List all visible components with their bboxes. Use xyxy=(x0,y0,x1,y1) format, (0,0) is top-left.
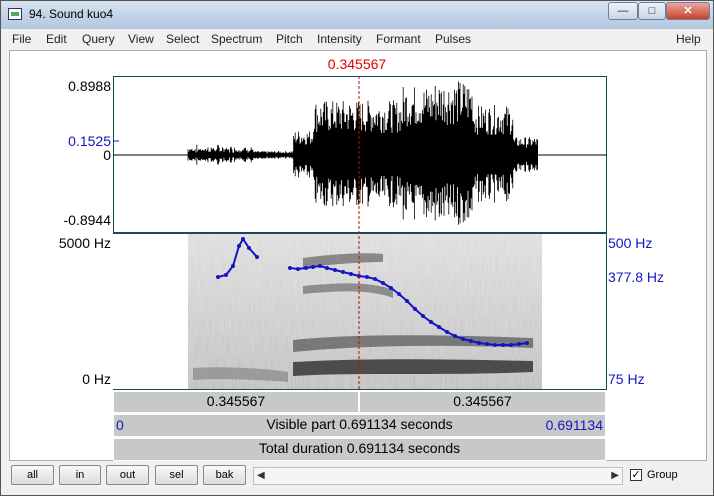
all-button[interactable]: all xyxy=(11,465,54,485)
pitch-point xyxy=(333,268,337,272)
pitch-point xyxy=(304,266,308,270)
zoom-back-button[interactable]: bak xyxy=(203,465,246,485)
zoom-in-button[interactable]: in xyxy=(59,465,101,485)
pitch-point xyxy=(365,275,369,279)
pitch-point xyxy=(405,299,409,303)
menu-help[interactable]: Help xyxy=(676,32,701,46)
visible-end-label: 0.691134 xyxy=(545,417,603,433)
maximize-button[interactable]: □ xyxy=(638,2,666,20)
pitch-point xyxy=(318,264,322,268)
waveform-ymin-label: -0.8944 xyxy=(63,212,111,228)
segment-right-bar[interactable]: 0.345567 xyxy=(359,391,606,413)
menu-pulses[interactable]: Pulses xyxy=(435,32,471,46)
pitch-point xyxy=(349,272,353,276)
zoom-out-button[interactable]: out xyxy=(106,465,149,485)
window-icon xyxy=(8,8,22,20)
pitch-point xyxy=(373,277,377,281)
spectrogram-blank-right xyxy=(542,234,606,389)
menu-pitch[interactable]: Pitch xyxy=(276,32,303,46)
waveform-zero-label: 0 xyxy=(103,147,111,163)
visible-start-label: 0 xyxy=(116,417,124,433)
minimize-button[interactable]: — xyxy=(608,2,638,20)
pitch-point xyxy=(525,341,529,345)
window-title: 94. Sound kuo4 xyxy=(29,7,114,21)
pitch-point xyxy=(255,255,259,259)
horizontal-scrollbar[interactable]: ◀ ▶ xyxy=(253,467,623,485)
scroll-left-arrow-icon[interactable]: ◀ xyxy=(257,470,265,481)
pitch-point xyxy=(224,273,228,277)
spectrogram-fmin-label: 0 Hz xyxy=(82,371,111,387)
zoom-selection-button[interactable]: sel xyxy=(155,465,198,485)
cursor-time-label: 0.345567 xyxy=(327,56,387,72)
menu-formant[interactable]: Formant xyxy=(376,32,421,46)
menu-view[interactable]: View xyxy=(128,32,154,46)
pitch-point xyxy=(453,334,457,338)
pitch-marker-label: 377.8 Hz xyxy=(608,269,665,285)
menu-select[interactable]: Select xyxy=(166,32,199,46)
pitch-point xyxy=(421,314,425,318)
pitch-point xyxy=(397,292,401,296)
pitch-point xyxy=(461,337,465,341)
pitch-point xyxy=(311,265,315,269)
pitch-point xyxy=(445,330,449,334)
pitch-point xyxy=(501,343,505,347)
segment-left-bar[interactable]: 0.345567 xyxy=(113,391,359,413)
pitch-point xyxy=(341,270,345,274)
total-duration-bar[interactable]: Total duration 0.691134 seconds xyxy=(113,438,606,461)
pitch-point xyxy=(247,246,251,250)
pitch-point xyxy=(517,342,521,346)
menu-edit[interactable]: Edit xyxy=(46,32,67,46)
signal-display[interactable] xyxy=(113,76,607,390)
pitch-point xyxy=(509,343,513,347)
pitch-point xyxy=(237,244,241,248)
menu-intensity[interactable]: Intensity xyxy=(317,32,362,46)
menu-query[interactable]: Query xyxy=(82,32,115,46)
pitch-point xyxy=(429,320,433,324)
menu-file[interactable]: File xyxy=(12,32,31,46)
pitch-point xyxy=(216,275,220,279)
bottom-controls: all in out sel bak ◀ ▶ ✓ Group xyxy=(1,461,713,495)
scroll-right-arrow-icon[interactable]: ▶ xyxy=(611,470,619,481)
pitch-point xyxy=(389,286,393,290)
waveform-ymax-label: 0.8988 xyxy=(68,78,111,94)
menu-bar: File Edit Query View Select Spectrum Pit… xyxy=(7,31,707,49)
praat-sound-window: 94. Sound kuo4 — □ ✕ File Edit Query Vie… xyxy=(0,0,714,496)
pitch-point xyxy=(485,342,489,346)
spectrogram-fmax-label: 5000 Hz xyxy=(58,235,111,251)
title-bar[interactable]: 94. Sound kuo4 — □ ✕ xyxy=(1,1,713,29)
pitch-point xyxy=(469,339,473,343)
pitch-top-label: 500 Hz xyxy=(608,235,653,251)
pitch-point xyxy=(325,266,329,270)
group-checkbox[interactable]: ✓ xyxy=(630,469,642,481)
close-button[interactable]: ✕ xyxy=(666,2,710,20)
pitch-point xyxy=(231,264,235,268)
menu-spectrum[interactable]: Spectrum xyxy=(211,32,262,46)
pitch-point xyxy=(437,325,441,329)
pitch-point xyxy=(477,341,481,345)
visible-part-bar[interactable]: 0 Visible part 0.691134 seconds 0.691134 xyxy=(113,414,606,437)
pitch-bottom-label: 75 Hz xyxy=(608,371,645,387)
group-label: Group xyxy=(647,469,678,481)
spectrogram-blank-left xyxy=(113,234,188,389)
pitch-point xyxy=(296,267,300,271)
pitch-point xyxy=(241,237,245,241)
visible-part-label: Visible part 0.691134 seconds xyxy=(266,416,453,432)
pitch-point xyxy=(413,307,417,311)
pitch-point xyxy=(288,266,292,270)
pitch-point xyxy=(493,343,497,347)
pitch-point xyxy=(381,281,385,285)
